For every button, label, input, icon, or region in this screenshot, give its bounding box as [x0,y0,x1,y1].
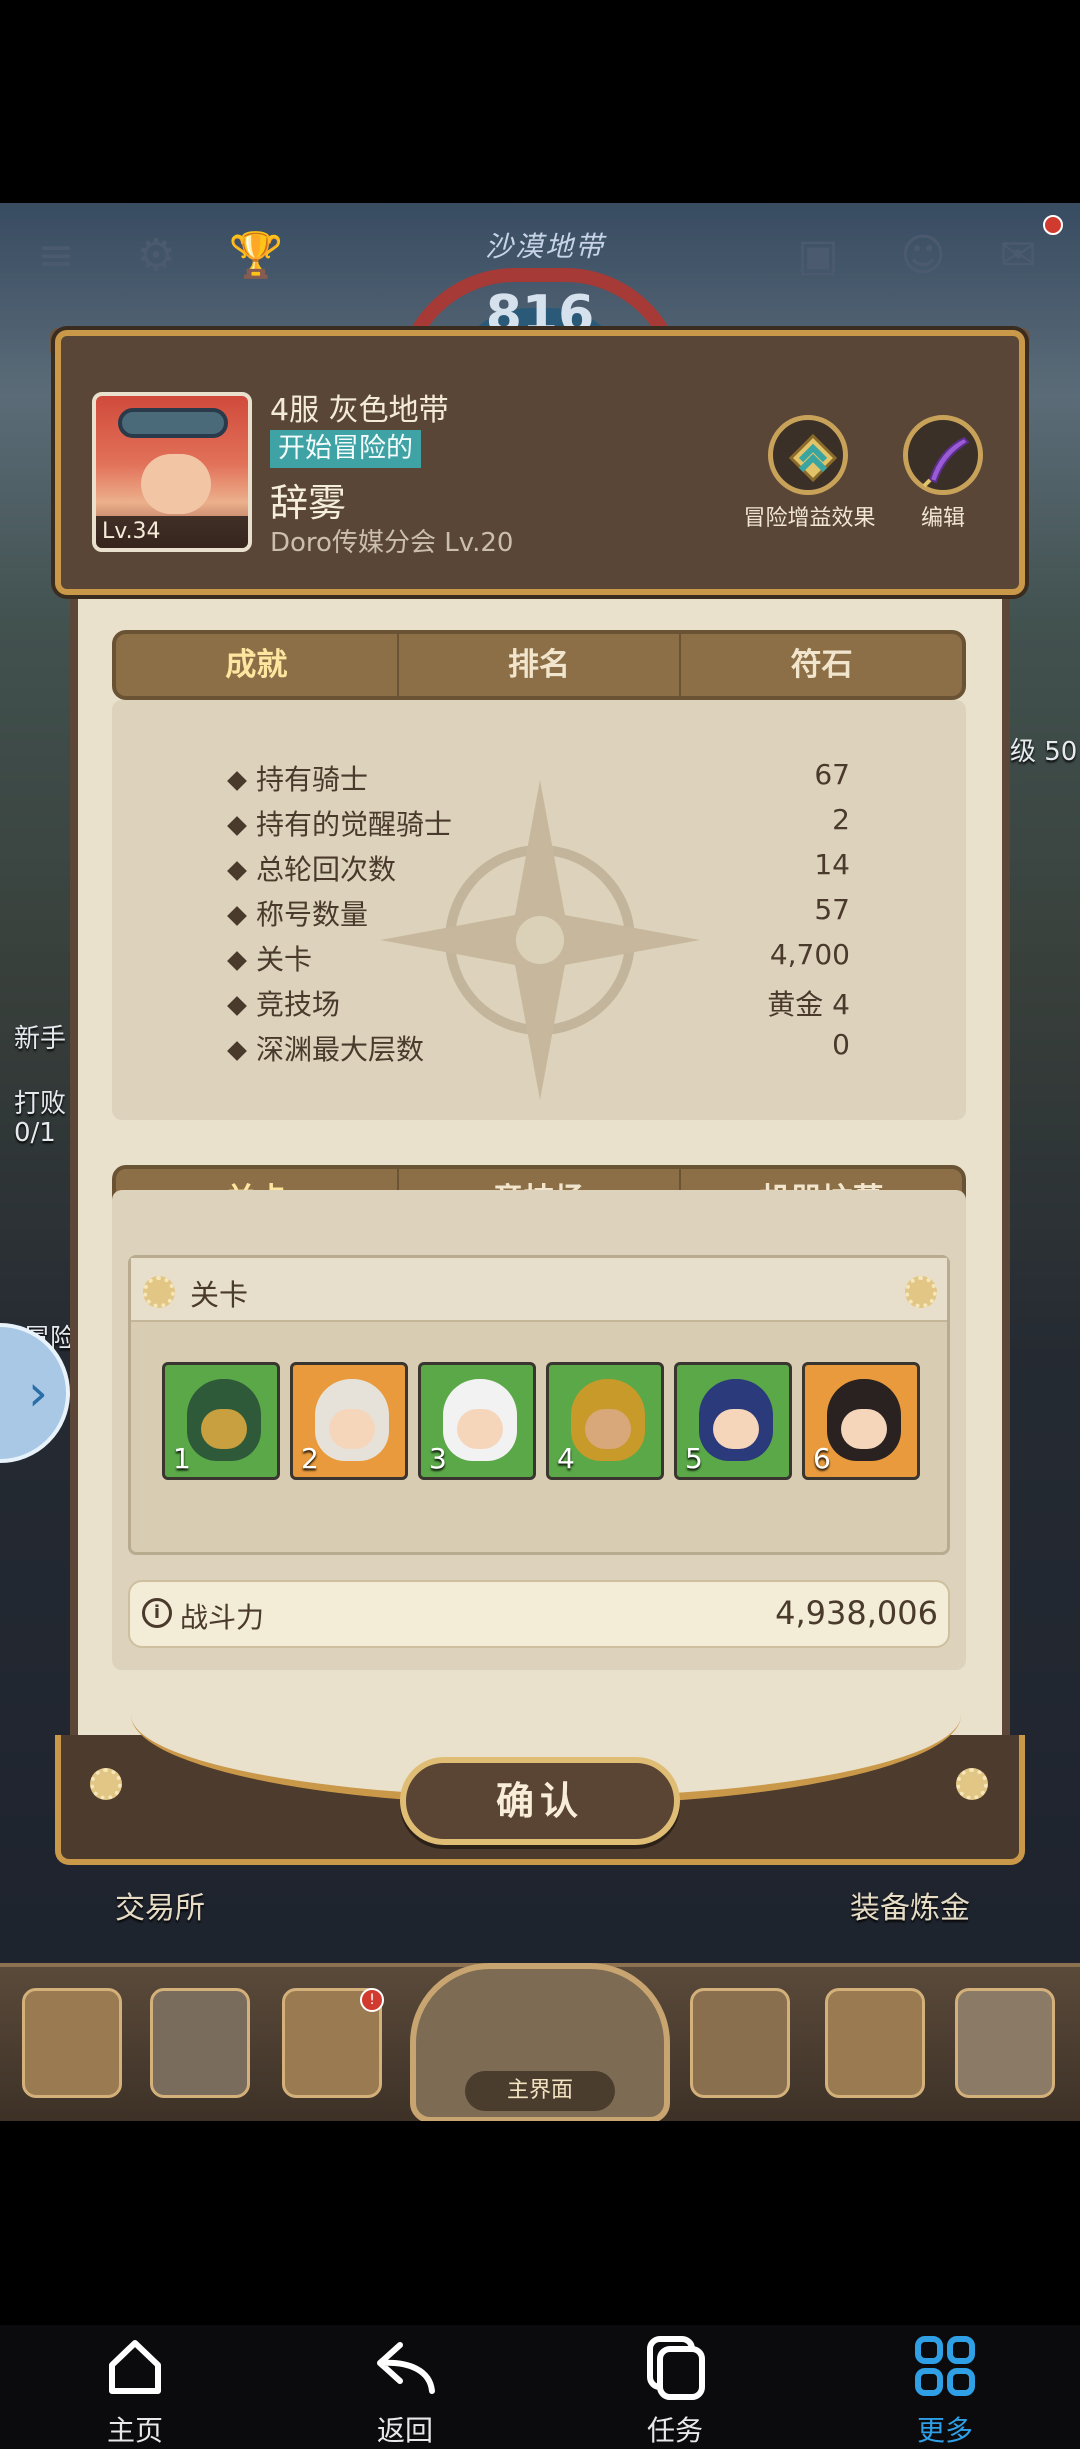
stat-label: 竞技场 [256,988,341,1021]
knight-slot-number: 4 [557,1442,575,1475]
team-header-label: 关卡 [190,1278,249,1312]
knight-slot-number: 3 [429,1442,447,1475]
home-icon [109,2340,161,2394]
side-label-defeat: 打败 [14,1089,67,1119]
gear-ornament-icon [143,1276,175,1308]
adventure-buff-label[interactable]: 冒险增益效果 [742,500,877,532]
tab-runestone[interactable]: 符石 [679,634,962,696]
trophy-icon[interactable]: 🏆 [228,228,284,284]
gear-ornament-icon [956,1768,988,1800]
knight-slot[interactable]: 3 [418,1362,536,1480]
nav-tasks[interactable]: 任务 [605,2325,745,2449]
knight-slot[interactable]: 4 [546,1362,664,1480]
back-arrow-icon [377,2342,435,2394]
gear-ornament-icon [90,1768,122,1800]
zone-name: 沙漠地带 [484,230,605,263]
quill-edit-icon [922,436,970,488]
stat-value: 14 [814,848,850,881]
nav-more[interactable]: 更多 [875,2325,1015,2449]
mail-icon[interactable]: ✉ [990,228,1046,284]
map-nav-icon[interactable] [22,1988,122,2098]
equip-alchemy-label[interactable]: 装备炼金 [850,1883,970,1927]
menu-icon[interactable]: ≡ [28,228,84,284]
stat-row: 称号数量 57 [227,893,850,937]
exchange-label[interactable]: 交易所 [115,1883,205,1927]
nav-back-label: 返回 [376,2414,433,2447]
combat-power-label: 战斗力 [180,1601,265,1634]
nav-back[interactable]: 返回 [335,2325,475,2449]
adventure-buff-button[interactable] [768,415,848,495]
edit-button[interactable] [903,415,983,495]
system-nav-bar: 主页 返回 任务 更多 [0,2325,1080,2449]
stat-value: 黄金 4 [767,988,850,1021]
nav-tasks-label: 任务 [646,2414,703,2447]
player-name: 辞雾 [270,481,347,525]
stat-value: 57 [814,893,850,926]
edit-label[interactable]: 编辑 [903,500,983,532]
avatar-level: Lv.34 [96,516,248,548]
server-name: 4服 灰色地带 [270,393,449,428]
briefcase-icon[interactable]: ▣ [790,228,846,284]
guild-name: Doro传媒分会 Lv.20 [270,528,514,558]
grid-more-icon [915,2336,975,2396]
stat-label: 持有的觉醒骑士 [256,808,453,841]
stat-row: 竞技场 黄金 4 [227,983,850,1027]
gear-ornament-icon [905,1276,937,1308]
shop-nav-icon[interactable] [955,1988,1055,2098]
knight-slot[interactable]: 5 [674,1362,792,1480]
side-label-newbie: 新手 [14,1024,67,1054]
player-avatar[interactable]: Lv.34 [92,392,252,552]
team-header [131,1258,947,1322]
stat-label: 持有骑士 [256,763,369,796]
nav-more-label: 更多 [916,2414,973,2447]
player-title-badge: 开始冒险的 [270,430,421,468]
fan-nav-icon[interactable] [150,1988,250,2098]
info-icon[interactable]: i [142,1598,172,1628]
knight-slot-number: 1 [173,1442,191,1475]
stat-row: 总轮回次数 14 [227,848,850,892]
stat-label: 深渊最大层数 [256,1033,425,1066]
stats-tab-bar: 成就 排名 符石 [112,630,966,700]
tab-achievement[interactable]: 成就 [116,634,397,696]
buff-chevron-icon [788,433,838,483]
stat-label: 称号数量 [256,898,369,931]
nav-home-label: 主页 [106,2414,163,2447]
stat-row: 持有的觉醒骑士 2 [227,803,850,847]
friends-icon[interactable]: ☺ [895,228,951,284]
combat-power-value: 4,938,006 [775,1594,938,1632]
confirm-button[interactable]: 确认 [400,1757,680,1845]
side-label-level: 级 50 [1010,737,1078,767]
stat-value: 0 [832,1028,850,1061]
stat-value: 4,700 [769,938,850,971]
banner-notification-badge: ! [360,1988,384,2012]
stat-row: 关卡 4,700 [227,938,850,982]
stat-label: 总轮回次数 [256,853,397,886]
stat-value: 67 [814,758,850,791]
settings-gear-icon[interactable]: ⚙ [128,228,184,284]
knight-slot[interactable]: 6 [802,1362,920,1480]
tab-ranking[interactable]: 排名 [396,634,680,696]
stat-label: 关卡 [256,943,313,976]
stat-row: 深渊最大层数 0 [227,1028,850,1072]
side-label-progress: 0/1 [14,1118,56,1148]
knight-slot[interactable]: 2 [290,1362,408,1480]
knight-slot-number: 5 [685,1442,703,1475]
tasks-icon [647,2336,705,2400]
nav-home[interactable]: 主页 [65,2325,205,2449]
stat-row: 持有骑士 67 [227,758,850,802]
knight-slot[interactable]: 1 [162,1362,280,1480]
stat-value: 2 [832,803,850,836]
knight-slot-number: 2 [301,1442,319,1475]
main-screen-label[interactable]: 主界面 [465,2071,615,2111]
mail-notification-badge [1043,215,1063,235]
ship-nav-icon[interactable] [690,1988,790,2098]
knight-slot-number: 6 [813,1442,831,1475]
tower-nav-icon[interactable] [825,1988,925,2098]
